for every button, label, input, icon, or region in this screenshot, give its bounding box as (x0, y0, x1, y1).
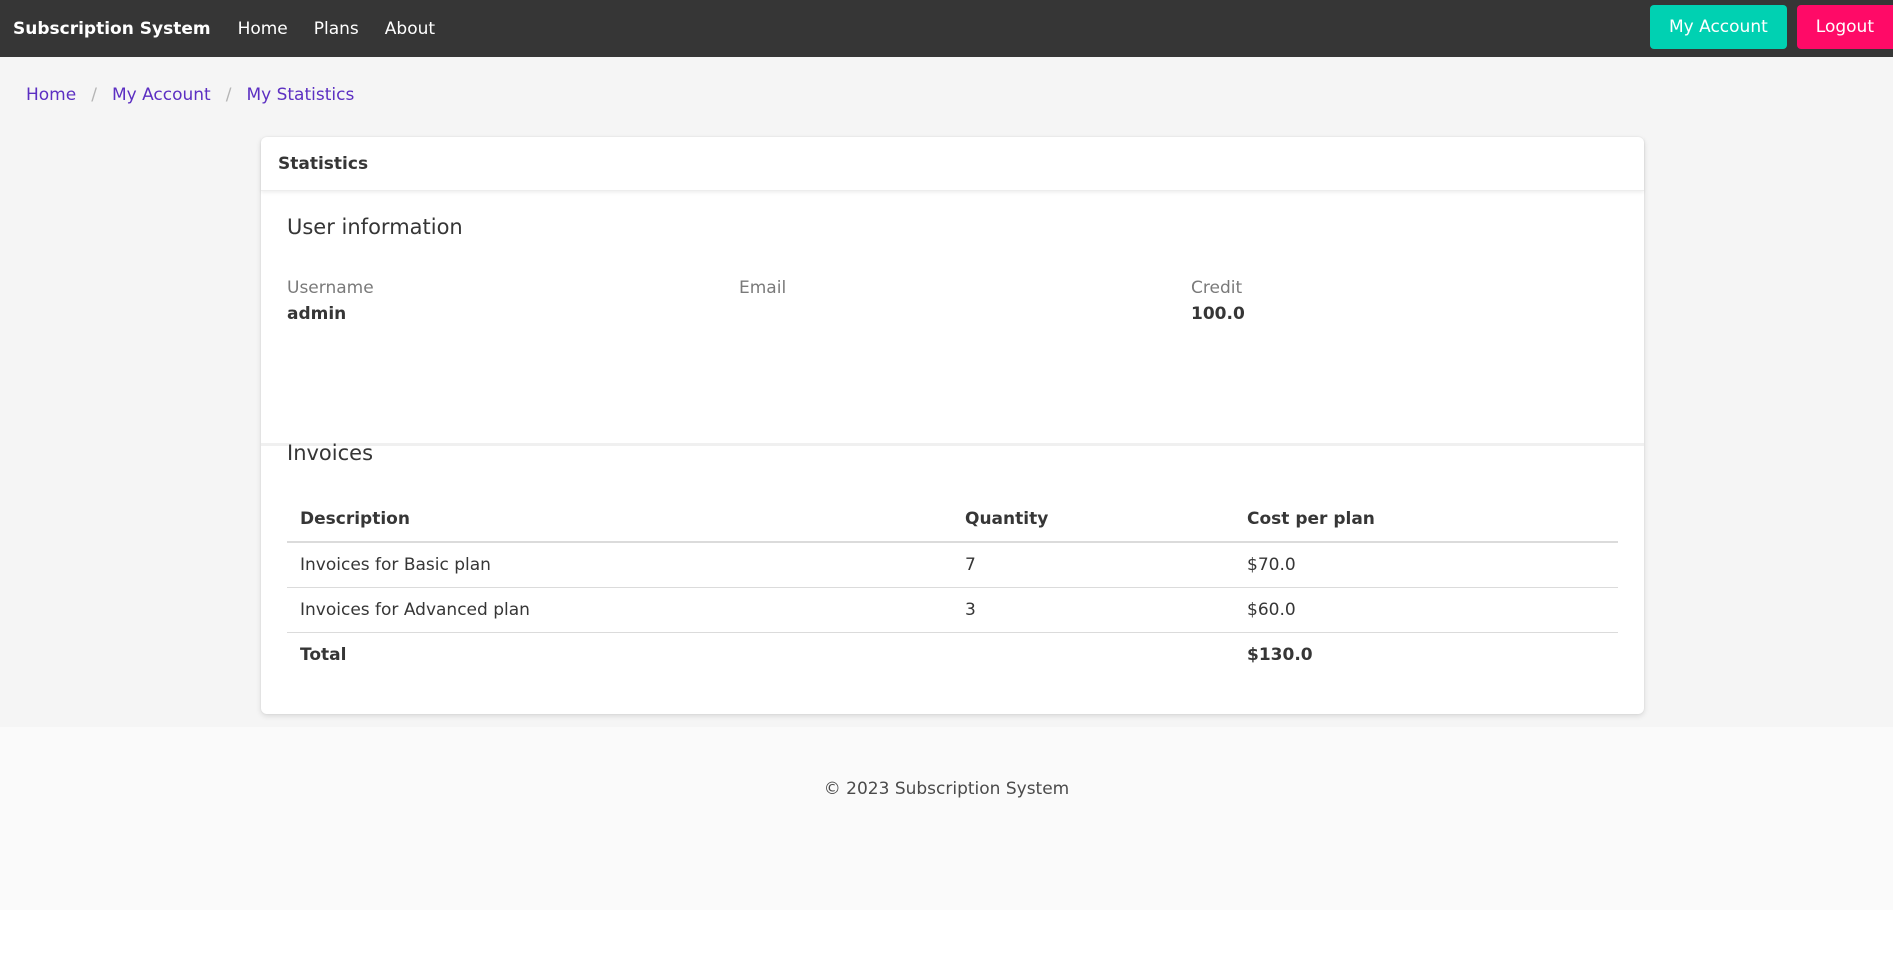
email-label: Email (739, 278, 787, 298)
invoice-quantity: 7 (952, 542, 1234, 588)
username-field: Username admin (287, 275, 374, 327)
credit-field: Credit 100.0 (1191, 275, 1245, 327)
credit-label: Credit (1191, 278, 1243, 298)
navbar-actions: My Account Logout (1650, 5, 1893, 49)
main-content: Home / My Account / My Statistics Statis… (0, 57, 1893, 727)
breadcrumb-home[interactable]: Home (26, 85, 76, 105)
invoice-cost: $60.0 (1234, 587, 1618, 633)
email-field: Email (739, 275, 786, 327)
brand-link[interactable]: Subscription System (0, 19, 211, 39)
invoice-description: Invoices for Advanced plan (287, 587, 952, 633)
invoices-table: Description Quantity Cost per plan Invoi… (287, 497, 1618, 677)
table-header-row: Description Quantity Cost per plan (287, 497, 1618, 543)
username-value: admin (287, 304, 347, 324)
invoice-description: Invoices for Basic plan (287, 542, 952, 588)
nav-about-link[interactable]: About (372, 19, 448, 39)
top-navbar: Subscription System Home Plans About My … (0, 0, 1893, 57)
credit-value: 100.0 (1191, 304, 1245, 324)
breadcrumb-separator: / (225, 85, 232, 105)
card-header-title: Statistics (261, 137, 1644, 191)
breadcrumb-my-account[interactable]: My Account (112, 85, 211, 105)
table-row: Invoices for Advanced plan 3 $60.0 (287, 587, 1618, 633)
nav-plans-link[interactable]: Plans (301, 19, 372, 39)
user-information-title: User information (287, 215, 463, 239)
footer-copyright: © 2023 Subscription System (823, 779, 1070, 799)
my-account-button[interactable]: My Account (1650, 5, 1787, 49)
column-header-cost: Cost per plan (1234, 497, 1618, 543)
column-header-quantity: Quantity (952, 497, 1234, 543)
section-divider (261, 443, 1644, 446)
nav-home-link[interactable]: Home (225, 19, 301, 39)
breadcrumb: Home / My Account / My Statistics (26, 85, 354, 105)
footer: © 2023 Subscription System (0, 727, 1893, 910)
total-row: Total $130.0 (287, 632, 1618, 677)
invoices-title: Invoices (287, 441, 374, 465)
total-cost: $130.0 (1247, 644, 1313, 665)
invoice-quantity: 3 (952, 587, 1234, 633)
total-quantity (952, 632, 1234, 677)
logout-button[interactable]: Logout (1796, 5, 1893, 49)
username-label: Username (287, 278, 374, 298)
breadcrumb-my-statistics[interactable]: My Statistics (246, 85, 354, 105)
column-header-description: Description (287, 497, 952, 543)
invoice-cost: $70.0 (1234, 542, 1618, 588)
statistics-card: Statistics User information Username adm… (261, 137, 1644, 714)
breadcrumb-separator: / (91, 85, 97, 105)
table-row: Invoices for Basic plan 7 $70.0 (287, 542, 1618, 588)
total-label: Total (300, 644, 347, 665)
email-value (739, 301, 786, 327)
